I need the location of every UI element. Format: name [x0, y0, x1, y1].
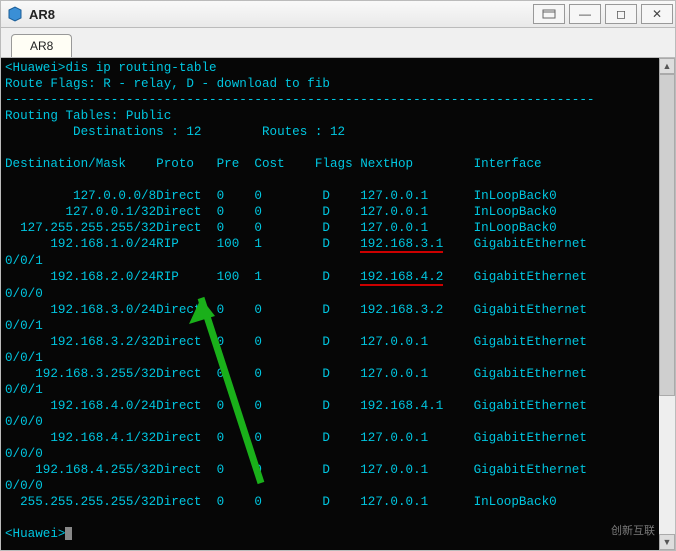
minimize-button[interactable]: —	[569, 4, 601, 24]
options-button[interactable]	[533, 4, 565, 24]
scrollbar[interactable]: ▲ ▼	[659, 58, 675, 550]
route-row-iface-suffix: 0/0/1	[5, 382, 671, 398]
cli-blank	[5, 172, 671, 188]
scroll-down-icon[interactable]: ▼	[659, 534, 675, 550]
window-title: AR8	[29, 7, 531, 22]
maximize-button[interactable]: ◻	[605, 4, 637, 24]
route-row-iface-suffix: 0/0/1	[5, 350, 671, 366]
tab-bar: AR8	[0, 28, 676, 58]
window-controls: — ◻ ✕	[531, 2, 675, 26]
app-icon	[7, 6, 23, 22]
route-row: 127.0.0.0/8Direct 0 0 D 127.0.0.1 InLoop…	[5, 188, 671, 204]
cli-blank	[5, 140, 671, 156]
scroll-up-icon[interactable]: ▲	[659, 58, 675, 74]
cursor-icon	[65, 527, 72, 540]
cli-command: <Huawei>dis ip routing-table	[5, 60, 671, 76]
route-row: 192.168.3.255/32Direct 0 0 D 127.0.0.1 G…	[5, 366, 671, 382]
route-row: 192.168.3.2/32Direct 0 0 D 127.0.0.1 Gig…	[5, 334, 671, 350]
cli-blank	[5, 510, 671, 526]
route-row: 192.168.2.0/24RIP 100 1 D 192.168.4.2 Gi…	[5, 269, 671, 286]
route-row: 192.168.4.0/24Direct 0 0 D 192.168.4.1 G…	[5, 398, 671, 414]
cli-summary: Destinations : 12 Routes : 12	[5, 124, 671, 140]
route-row: 192.168.3.0/24Direct 0 0 D 192.168.3.2 G…	[5, 302, 671, 318]
scroll-thumb[interactable]	[659, 74, 675, 396]
route-row-iface-suffix: 0/0/0	[5, 446, 671, 462]
cli-separator: ----------------------------------------…	[5, 92, 671, 108]
watermark-text: 创新互联	[611, 522, 655, 538]
route-row-iface-suffix: 0/0/1	[5, 318, 671, 334]
route-row: 192.168.1.0/24RIP 100 1 D 192.168.3.1 Gi…	[5, 236, 671, 253]
route-row-iface-suffix: 0/0/0	[5, 414, 671, 430]
route-row: 127.0.0.1/32Direct 0 0 D 127.0.0.1 InLoo…	[5, 204, 671, 220]
route-row: 255.255.255.255/32Direct 0 0 D 127.0.0.1…	[5, 494, 671, 510]
route-row: 192.168.4.255/32Direct 0 0 D 127.0.0.1 G…	[5, 462, 671, 478]
route-row: 127.255.255.255/32Direct 0 0 D 127.0.0.1…	[5, 220, 671, 236]
route-row-iface-suffix: 0/0/0	[5, 478, 671, 494]
cli-columns-header: Destination/Mask Proto Pre Cost Flags Ne…	[5, 156, 671, 172]
window-titlebar: AR8 — ◻ ✕	[0, 0, 676, 28]
highlighted-nexthop: 192.168.3.1	[360, 238, 443, 253]
terminal-container: <Huawei>dis ip routing-tableRoute Flags:…	[0, 58, 676, 551]
route-row-iface-suffix: 0/0/1	[5, 253, 671, 269]
terminal[interactable]: <Huawei>dis ip routing-tableRoute Flags:…	[1, 58, 675, 544]
scroll-track[interactable]	[659, 74, 675, 534]
cli-prompt[interactable]: <Huawei>	[5, 526, 671, 542]
close-button[interactable]: ✕	[641, 4, 673, 24]
highlighted-nexthop: 192.168.4.2	[360, 271, 443, 286]
route-row: 192.168.4.1/32Direct 0 0 D 127.0.0.1 Gig…	[5, 430, 671, 446]
cli-flags-legend: Route Flags: R - relay, D - download to …	[5, 76, 671, 92]
route-row-iface-suffix: 0/0/0	[5, 286, 671, 302]
cli-table-title: Routing Tables: Public	[5, 108, 671, 124]
tab-ar8[interactable]: AR8	[11, 34, 72, 57]
